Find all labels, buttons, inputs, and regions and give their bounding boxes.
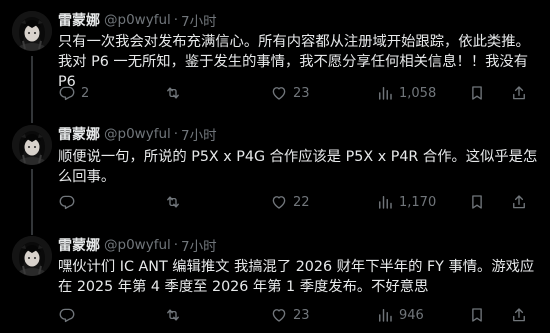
tweet-text: 顺便说一句，所说的 P5X x P4G 合作应该是 P5X x P4R 合作。这… (58, 149, 538, 185)
view-count: 1,170 (399, 194, 437, 210)
like-count: 23 (293, 307, 310, 323)
thread-line (31, 228, 33, 235)
heart-icon (270, 84, 288, 102)
retweet-button[interactable] (164, 305, 187, 325)
author-handle[interactable]: @p0wyful (104, 126, 171, 142)
heart-icon (270, 193, 288, 211)
like-button[interactable]: 23 (270, 83, 310, 103)
author-handle[interactable]: @p0wyful (104, 237, 171, 253)
tweet-header: 雷蒙娜 @p0wyful · 7小时 (58, 10, 217, 30)
share-icon (510, 84, 528, 102)
reply-button[interactable]: 2 (58, 83, 89, 103)
action-bar: 22 1,170 (58, 192, 544, 212)
bar-chart-icon (376, 306, 394, 324)
like-count: 22 (293, 194, 310, 210)
avatar[interactable] (12, 236, 52, 276)
views-button[interactable]: 946 (376, 305, 424, 325)
thread-line (31, 169, 33, 231)
author-name[interactable]: 雷蒙娜 (58, 124, 100, 144)
timestamp[interactable]: 7小时 (181, 235, 217, 255)
tweet-header: 雷蒙娜 @p0wyful · 7小时 (58, 235, 217, 255)
tweet[interactable]: 雷蒙娜 @p0wyful · 7小时 顺便说一句，所说的 P5X x P4G 合… (0, 113, 550, 231)
reply-icon (58, 306, 76, 324)
action-bar: 23 946 (58, 305, 544, 325)
timestamp[interactable]: 7小时 (181, 10, 217, 30)
separator-dot: · (173, 126, 179, 142)
view-count: 1,058 (399, 85, 437, 101)
like-count: 23 (293, 85, 310, 101)
separator-dot: · (173, 237, 179, 253)
tweet-text: 嘿伙计们 IC ANT 编辑推文 我搞混了 2026 财年下半年的 FY 事情。… (58, 259, 535, 295)
share-button[interactable] (510, 83, 528, 103)
share-icon (510, 193, 528, 211)
like-button[interactable]: 22 (270, 192, 310, 212)
heart-icon (270, 306, 288, 324)
action-bar: 2 23 1,058 (58, 83, 544, 103)
author-name[interactable]: 雷蒙娜 (58, 235, 100, 255)
retweet-icon (164, 84, 182, 102)
bookmark-icon (468, 193, 486, 211)
thread-line (31, 56, 33, 116)
tweet[interactable]: 雷蒙娜 @p0wyful · 7小时 嘿伙计们 IC ANT 编辑推文 我搞混了… (0, 228, 550, 333)
views-button[interactable]: 1,058 (376, 83, 436, 103)
reply-button[interactable] (58, 192, 81, 212)
reply-button[interactable] (58, 305, 81, 325)
views-button[interactable]: 1,170 (376, 192, 436, 212)
avatar[interactable] (12, 11, 52, 51)
reply-count: 2 (81, 85, 90, 101)
author-name[interactable]: 雷蒙娜 (58, 10, 100, 30)
bookmark-button[interactable] (468, 83, 486, 103)
bookmark-button[interactable] (468, 192, 486, 212)
reply-icon (58, 193, 76, 211)
retweet-button[interactable] (164, 192, 187, 212)
share-button[interactable] (510, 305, 528, 325)
share-icon (510, 306, 528, 324)
tweet-header: 雷蒙娜 @p0wyful · 7小时 (58, 124, 217, 144)
retweet-icon (164, 306, 182, 324)
timestamp[interactable]: 7小时 (181, 124, 217, 144)
bar-chart-icon (376, 84, 394, 102)
view-count: 946 (399, 307, 424, 323)
retweet-button[interactable] (164, 83, 187, 103)
avatar[interactable] (12, 125, 52, 165)
bookmark-icon (468, 84, 486, 102)
thread-line (31, 113, 33, 123)
share-button[interactable] (510, 192, 528, 212)
retweet-icon (164, 193, 182, 211)
reply-icon (58, 84, 76, 102)
bar-chart-icon (376, 193, 394, 211)
bookmark-icon (468, 306, 486, 324)
author-handle[interactable]: @p0wyful (104, 12, 171, 28)
like-button[interactable]: 23 (270, 305, 310, 325)
separator-dot: · (173, 12, 179, 28)
tweet[interactable]: 雷蒙娜 @p0wyful · 7小时 只有一次我会对发布充满信心。所有内容都从注… (0, 0, 550, 116)
bookmark-button[interactable] (468, 305, 486, 325)
